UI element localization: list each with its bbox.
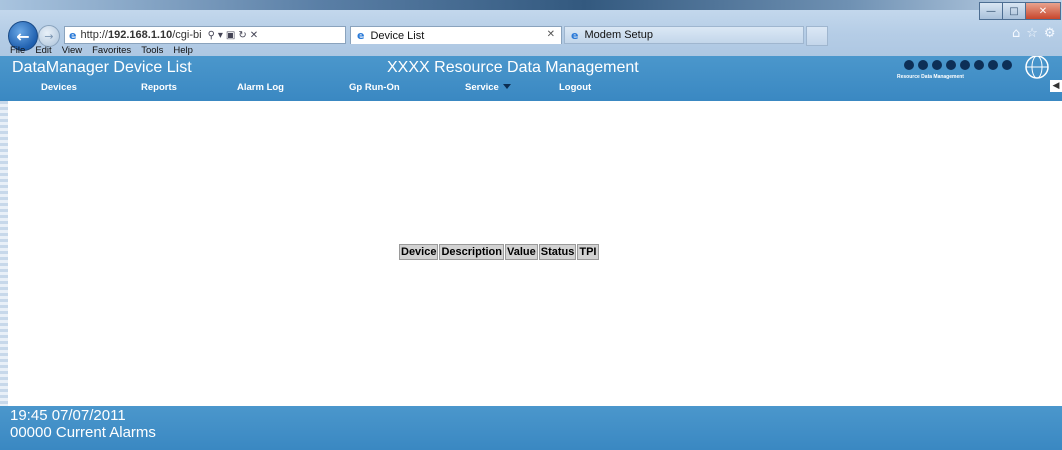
nav-alarm-log[interactable]: Alarm Log — [237, 82, 284, 93]
menu-file[interactable]: File — [10, 45, 25, 56]
menu-tools[interactable]: Tools — [141, 45, 163, 56]
scroll-left-icon[interactable]: ◀ — [1050, 80, 1062, 92]
logo-dot — [974, 60, 984, 70]
gear-icon[interactable]: ⚙ — [1044, 26, 1062, 41]
back-arrow-icon: ← — [16, 26, 30, 46]
column-device[interactable]: Device — [399, 244, 439, 260]
column-value[interactable]: Value — [505, 244, 538, 260]
menu-favorites[interactable]: Favorites — [92, 45, 131, 56]
logo-dot — [960, 60, 970, 70]
nav-reports[interactable]: Reports — [141, 82, 177, 93]
favorites-star-icon[interactable]: ☆ — [1026, 26, 1044, 41]
nav-service[interactable]: Service — [465, 82, 511, 93]
menu-view[interactable]: View — [62, 45, 82, 56]
close-window-button[interactable]: ✕ — [1025, 2, 1061, 20]
new-tab-button[interactable] — [806, 26, 828, 46]
column-description[interactable]: Description — [439, 244, 504, 260]
logo-text: Resource Data Management — [897, 74, 964, 80]
address-path: /cgi-bi — [172, 29, 202, 41]
ie-page-icon: e — [69, 28, 77, 42]
browser-chrome: ← → e http://192.168.1.10/cgi-bi ⚲▾▣↻✕ e… — [0, 0, 1062, 56]
logo-dot — [904, 60, 914, 70]
tab-label: Modem Setup — [584, 29, 653, 41]
address-bar[interactable]: e http://192.168.1.10/cgi-bi ⚲▾▣↻✕ — [64, 26, 346, 44]
address-host: 192.168.1.10 — [108, 29, 173, 41]
logo-dot — [988, 60, 998, 70]
logo-dot — [1002, 60, 1012, 70]
column-tpi[interactable]: TPI — [577, 244, 599, 260]
ie-tab-icon: e — [357, 29, 365, 42]
minimize-button[interactable]: — — [979, 2, 1003, 20]
footer-datetime: 19:45 07/07/2011 — [10, 407, 126, 424]
footer-alarm-count[interactable]: 00000 Current Alarms — [10, 424, 156, 441]
browser-tool-icons[interactable]: ⌂☆⚙ — [1012, 26, 1062, 41]
tab-device-list[interactable]: e Device List ✕ — [350, 26, 562, 44]
tab-label: Device List — [370, 29, 425, 42]
address-prefix: http:// — [80, 29, 108, 41]
dropdown-arrow-icon — [502, 84, 511, 89]
table-header-row: Device Description Value Status TPI — [399, 244, 599, 260]
logo-dot — [932, 60, 942, 70]
nav-devices[interactable]: Devices — [41, 82, 77, 93]
nav-service-label: Service — [465, 82, 499, 93]
menu-edit[interactable]: Edit — [35, 45, 51, 56]
close-tab-icon[interactable]: ✕ — [547, 29, 555, 40]
app-header: DataManager Device List XXXX Resource Da… — [0, 56, 1062, 101]
title-bar — [0, 0, 1062, 10]
page-title: DataManager Device List — [12, 59, 192, 76]
logo-dot — [918, 60, 928, 70]
home-icon[interactable]: ⌂ — [1012, 26, 1026, 41]
nav-logout[interactable]: Logout — [559, 82, 591, 93]
forward-arrow-icon: → — [44, 29, 54, 43]
tab-modem-setup[interactable]: e Modem Setup — [564, 26, 804, 44]
column-status[interactable]: Status — [538, 244, 577, 260]
left-edge-strip — [0, 101, 8, 406]
logo-dot — [946, 60, 956, 70]
ie-tab-icon: e — [571, 28, 579, 42]
menu-bar: File Edit View Favorites Tools Help — [0, 44, 1062, 56]
nav-gp-run-on[interactable]: Gp Run-On — [349, 82, 400, 93]
maximize-button[interactable]: □ — [1002, 2, 1026, 20]
address-tools-icons[interactable]: ⚲▾▣↻✕ — [208, 30, 262, 41]
system-title: XXXX Resource Data Management — [387, 59, 639, 76]
status-footer: 19:45 07/07/2011 00000 Current Alarms — [0, 406, 1062, 450]
main-nav: Devices Reports Alarm Log Gp Run-On Serv… — [0, 82, 1062, 96]
device-table: Device Description Value Status TPI — [398, 243, 600, 261]
menu-help[interactable]: Help — [173, 45, 193, 56]
